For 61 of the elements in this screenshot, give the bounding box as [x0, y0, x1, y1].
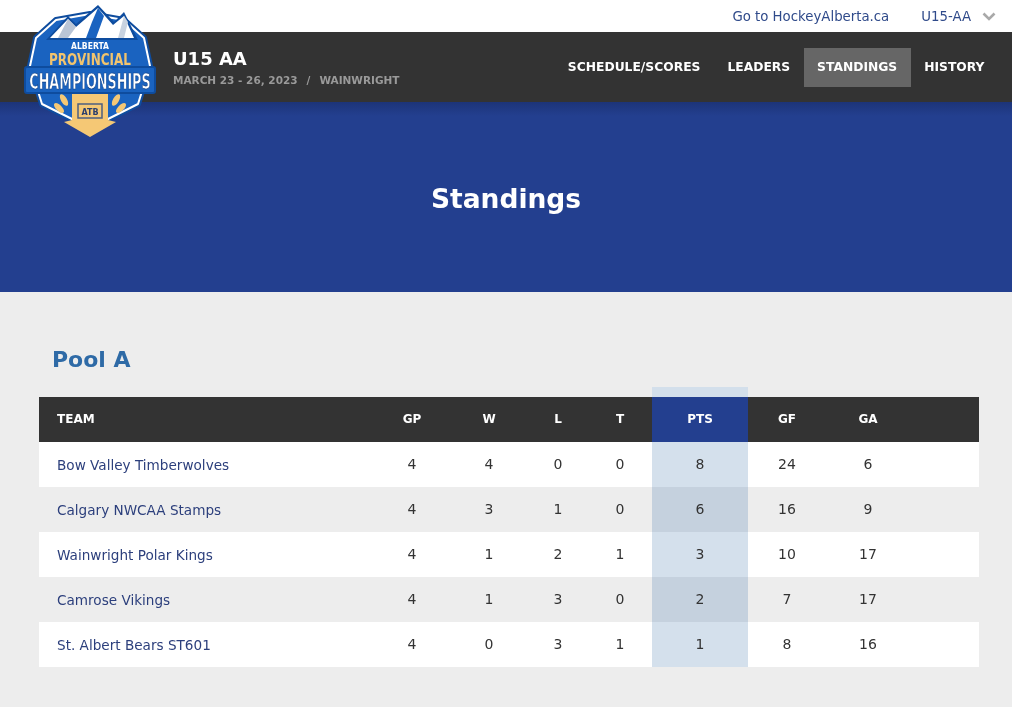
column-header[interactable]: GP [374, 397, 450, 442]
column-header[interactable]: L [528, 397, 588, 442]
stat-value: 1 [614, 635, 626, 654]
column-header[interactable]: PTS [652, 387, 748, 442]
team-link[interactable]: Calgary NWCAA Stamps [57, 501, 222, 518]
pool-heading: Pool A [51, 346, 131, 374]
team-link[interactable]: Bow Valley Timberwolves [57, 456, 230, 473]
column-header[interactable]: T [588, 397, 652, 442]
stat-value: 4 [406, 590, 418, 609]
stat-value: 1 [483, 590, 495, 609]
stat-value: 3 [552, 635, 564, 654]
team-link[interactable]: Wainwright Polar Kings [57, 546, 213, 563]
stat-value: 4 [406, 500, 418, 519]
page-title: Standings [430, 182, 582, 216]
stat-value: 16 [858, 635, 878, 654]
stat-value: 2 [552, 545, 564, 564]
stat-value: 17 [858, 590, 878, 609]
column-header[interactable]: W [450, 397, 528, 442]
nav-tab[interactable]: SCHEDULE/SCORES [554, 47, 714, 87]
separator-text: / [306, 72, 311, 87]
stat-value: 10 [777, 545, 797, 564]
stat-value: 4 [406, 455, 418, 474]
stat-value: 8 [781, 635, 793, 654]
column-header[interactable]: GF [748, 397, 826, 442]
stat-value: 0 [614, 500, 626, 519]
event-title: U15 AA [173, 47, 248, 70]
column-header[interactable]: GA [826, 397, 910, 442]
stat-value: 0 [552, 455, 564, 474]
nav-tab[interactable]: STANDINGS [803, 47, 911, 87]
stat-value: 24 [777, 455, 797, 474]
chevron-down-icon [982, 11, 996, 21]
stat-value: 6 [862, 455, 874, 474]
division-dropdown[interactable]: U15-AA [921, 8, 996, 24]
stat-value: 6 [652, 487, 748, 532]
stat-value: 1 [614, 545, 626, 564]
stat-value: 4 [406, 545, 418, 564]
stat-value: 17 [858, 545, 878, 564]
stat-value: 1 [483, 545, 495, 564]
stat-value: 0 [614, 455, 626, 474]
stat-value: 3 [652, 532, 748, 577]
event-location: WAINWRIGHT [319, 72, 400, 87]
stat-value: 16 [777, 500, 797, 519]
column-header[interactable]: TEAM [39, 397, 374, 442]
stat-value: 3 [483, 500, 495, 519]
stat-value: 4 [406, 635, 418, 654]
stat-value: 9 [862, 500, 874, 519]
nav-tab[interactable]: HISTORY [910, 47, 998, 87]
stat-value: 7 [781, 590, 793, 609]
event-dates: MARCH 23 - 26, 2023 [173, 72, 298, 87]
stat-value: 1 [652, 622, 748, 667]
stat-value: 2 [652, 577, 748, 622]
stat-value: 4 [483, 455, 495, 474]
stat-value: 3 [552, 590, 564, 609]
nav-tab[interactable]: LEADERS [713, 47, 804, 87]
team-link[interactable]: St. Albert Bears ST601 [57, 636, 211, 653]
site-link[interactable]: Go to HockeyAlberta.ca [732, 8, 890, 24]
stat-value: 0 [483, 635, 495, 654]
stat-value: 1 [552, 500, 564, 519]
stat-value: 0 [614, 590, 626, 609]
stat-value: 8 [652, 442, 748, 487]
team-link[interactable]: Camrose Vikings [57, 591, 171, 608]
